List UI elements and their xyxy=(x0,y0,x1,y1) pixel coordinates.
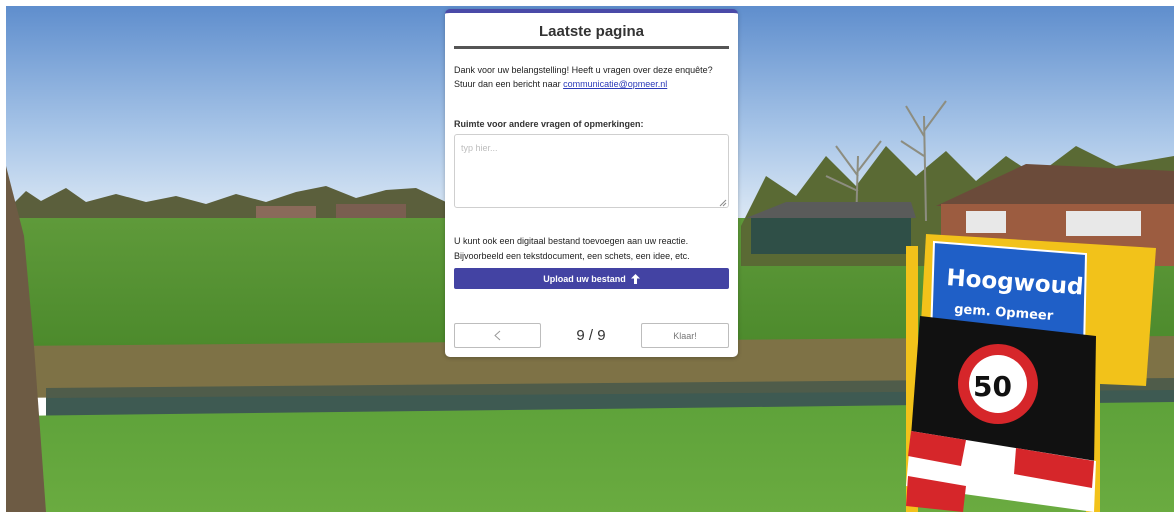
upload-button-label: Upload uw bestand xyxy=(543,273,626,284)
intro-text: Dank voor uw belangstelling! Heeft u vra… xyxy=(454,63,734,91)
chevron-left-icon xyxy=(494,330,501,341)
contact-email-link[interactable]: communicatie@opmeer.nl xyxy=(563,79,667,89)
survey-panel: Laatste pagina Dank voor uw belangstelli… xyxy=(445,9,738,357)
arrow-up-icon xyxy=(630,273,640,284)
previous-page-button[interactable] xyxy=(454,323,541,348)
upload-instructions: U kunt ook een digitaal bestand toevoege… xyxy=(454,236,690,261)
title-divider xyxy=(454,46,729,49)
remarks-question-label: Ruimte voor andere vragen of opmerkingen… xyxy=(454,119,644,129)
remarks-textarea[interactable] xyxy=(454,134,729,208)
done-button[interactable]: Klaar! xyxy=(641,323,729,348)
resize-handle-icon[interactable] xyxy=(719,199,727,207)
page-indicator: 9 / 9 xyxy=(576,327,606,344)
speed-limit-number: 50 xyxy=(973,370,1012,403)
page-title: Laatste pagina xyxy=(538,23,645,40)
upload-file-button[interactable]: Upload uw bestand xyxy=(454,268,729,289)
